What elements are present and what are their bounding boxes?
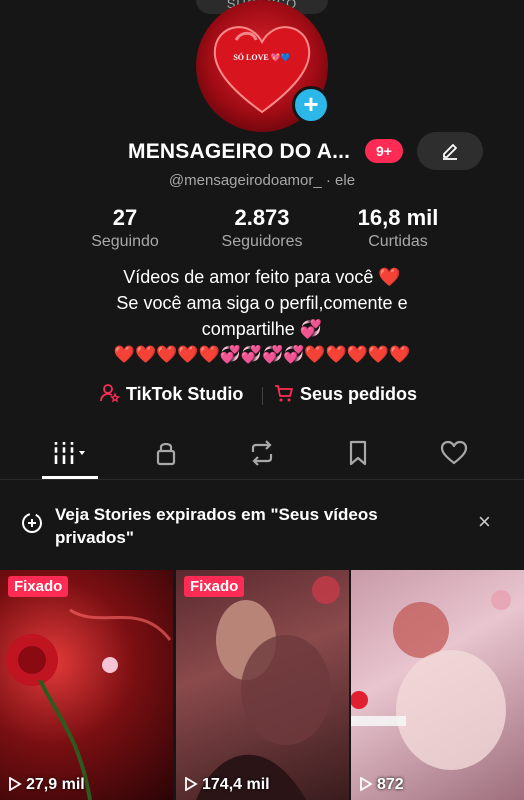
stat-value: 2.873 (234, 205, 290, 230)
tab-favorites[interactable] (336, 434, 380, 474)
bio-line: ❤️❤️❤️❤️❤️💞💞💞💞❤️❤️❤️❤️❤️ (113, 345, 411, 364)
stories-banner-text: Veja Stories expirados em "Seus vídeos p… (55, 505, 378, 547)
stories-banner[interactable]: Veja Stories expirados em "Seus vídeos p… (0, 494, 524, 564)
stat-followers[interactable]: 2.873 Seguidores (192, 205, 332, 251)
stat-label: Curtidas (368, 233, 428, 250)
video-grid: Fixado 27,9 mil Fixado 174,4 mil 872 (0, 570, 524, 800)
orders-link[interactable]: Seus pedidos (274, 383, 417, 405)
stat-likes[interactable]: 16,8 mil Curtidas (328, 205, 468, 251)
video-thumbnail[interactable]: Fixado 174,4 mil (176, 570, 349, 800)
person-star-icon (100, 384, 121, 403)
profile-handle: @mensageirodoamor_ · ele (168, 172, 356, 189)
stat-following[interactable]: 27 Seguindo (55, 205, 195, 251)
stat-label: Seguindo (91, 233, 159, 250)
content-tabs (0, 430, 524, 480)
view-count-value: 174,4 mil (202, 776, 270, 793)
tab-reposts[interactable] (240, 434, 284, 474)
grid-icon (53, 442, 85, 464)
links-divider (262, 387, 263, 405)
stat-value: 16,8 mil (357, 205, 439, 230)
view-count: 27,9 mil (8, 776, 85, 794)
stat-value: 27 (112, 205, 138, 230)
orders-label: Seus pedidos (300, 384, 418, 404)
pencil-icon (443, 144, 457, 160)
video-thumbnail[interactable]: Fixado 27,9 mil (0, 570, 173, 800)
lock-icon (156, 442, 176, 466)
heart-icon (440, 440, 468, 465)
notification-badge[interactable]: 9+ (365, 139, 403, 163)
bio-line: Se você ama siga o perfil,comente e (116, 293, 408, 313)
profile-name: MENSAGEIRO DO A... (128, 140, 351, 163)
close-icon[interactable]: × (478, 511, 491, 533)
stat-label: Seguidores (221, 233, 303, 250)
profile-stats: 27 Seguindo 2.873 Seguidores 16,8 mil Cu… (0, 205, 524, 255)
hearts-image (351, 590, 511, 770)
pinned-badge: Fixado (184, 576, 245, 597)
stories-add-icon (22, 513, 42, 533)
active-tab-indicator (42, 476, 98, 479)
view-count-value: 872 (377, 776, 404, 793)
tab-liked[interactable] (432, 434, 476, 474)
avatar-text: SÓ LOVE 💖💙 (233, 52, 290, 62)
add-profile-photo-button[interactable]: + (292, 86, 330, 124)
tab-videos[interactable] (48, 434, 92, 474)
edit-profile-button[interactable] (417, 132, 483, 170)
video-thumbnail[interactable]: 872 (351, 570, 524, 800)
pinned-badge: Fixado (8, 576, 69, 597)
rose-image (6, 608, 172, 800)
couple-image (196, 576, 340, 800)
tab-private[interactable] (144, 434, 188, 474)
cart-icon (275, 385, 293, 402)
repost-icon (251, 440, 273, 466)
tiktok-studio-label: TikTok Studio (126, 384, 244, 404)
profile-name-row: MENSAGEIRO DO A... 9+ (0, 132, 524, 170)
view-count: 174,4 mil (184, 776, 270, 794)
bio-line: Vídeos de amor feito para você ❤️ (123, 267, 401, 287)
play-icon (9, 776, 22, 792)
profile-bio: Vídeos de amor feito para você ❤️ Se voc… (0, 264, 524, 368)
bio-line: compartilhe 💞 (201, 319, 323, 339)
view-count: 872 (359, 776, 404, 794)
bookmark-icon (349, 440, 367, 466)
view-count-value: 27,9 mil (26, 776, 85, 793)
profile-links: TikTok Studio Seus pedidos (0, 383, 524, 411)
play-icon (185, 776, 198, 792)
play-icon (360, 776, 373, 792)
tiktok-studio-link[interactable]: TikTok Studio (100, 383, 243, 405)
